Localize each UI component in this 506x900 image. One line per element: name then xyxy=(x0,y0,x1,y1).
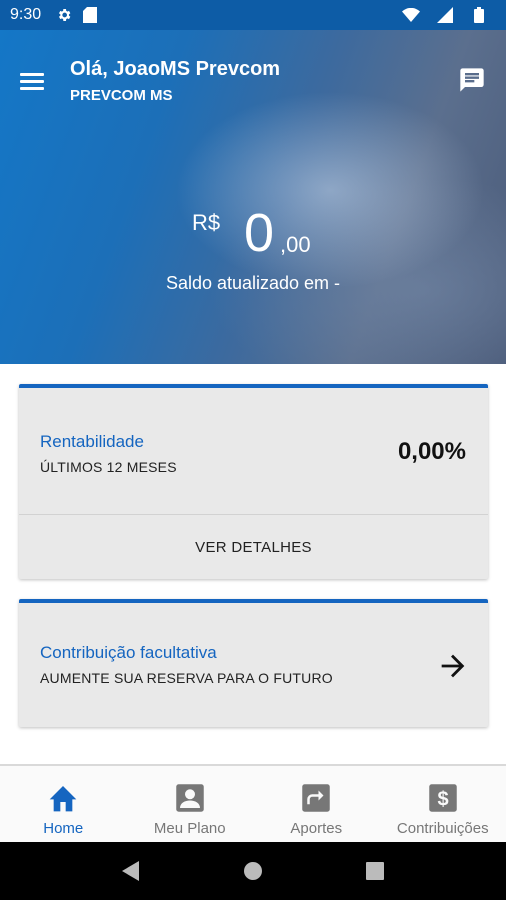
nav-item-contribuicoes[interactable]: $ Contribuições xyxy=(380,766,506,842)
nav-label: Aportes xyxy=(290,820,343,837)
back-icon[interactable] xyxy=(116,856,146,886)
system-navigation-bar xyxy=(0,842,506,900)
battery-icon xyxy=(470,6,488,24)
organization-name: PREVCOM MS xyxy=(70,87,173,104)
signal-icon xyxy=(436,6,454,24)
nav-item-aportes[interactable]: Aportes xyxy=(253,766,380,842)
nav-label: Home xyxy=(43,820,84,837)
rentabilidade-title: Rentabilidade xyxy=(40,432,144,451)
sd-card-icon xyxy=(81,6,99,24)
gear-icon xyxy=(55,6,73,24)
rentabilidade-period: ÚLTIMOS 12 MESES xyxy=(40,459,177,475)
nav-item-home[interactable]: Home xyxy=(0,766,127,842)
user-greeting: Olá, JoaoMS Prevcom xyxy=(70,58,281,80)
menu-icon[interactable] xyxy=(20,66,50,96)
status-time: 9:30 xyxy=(10,6,42,23)
balance-updated-text: Saldo atualizado em - xyxy=(165,273,341,293)
arrow-right-icon[interactable] xyxy=(436,649,470,683)
status-bar: 9:30 xyxy=(0,0,506,30)
share-arrow-icon xyxy=(300,782,332,814)
chat-icon[interactable] xyxy=(458,66,486,94)
wifi-icon xyxy=(402,6,420,24)
rentabilidade-card: Rentabilidade ÚLTIMOS 12 MESES 0,00% VER… xyxy=(19,384,488,579)
balance-integer: 0 xyxy=(244,203,275,263)
dollar-icon: $ xyxy=(427,782,459,814)
header-banner: Olá, JoaoMS Prevcom PREVCOM MS R$ 0 ,00 … xyxy=(0,30,506,364)
svg-text:$: $ xyxy=(437,789,448,811)
home-circle-icon[interactable] xyxy=(238,856,268,886)
recents-icon[interactable] xyxy=(360,856,390,886)
bottom-navigation: Home Meu Plano Aportes $ Contribuições xyxy=(0,764,506,842)
contribuicao-facultativa-card[interactable]: Contribuição facultativa AUMENTE SUA RES… xyxy=(19,599,488,727)
home-icon xyxy=(47,782,79,814)
currency-symbol: R$ xyxy=(192,210,221,235)
rentabilidade-value: 0,00% xyxy=(397,438,466,465)
nav-item-meu-plano[interactable]: Meu Plano xyxy=(127,766,254,842)
person-card-icon xyxy=(174,782,206,814)
contribuicao-title: Contribuição facultativa xyxy=(40,643,217,662)
nav-label: Meu Plano xyxy=(153,820,226,837)
balance-decimal: ,00 xyxy=(280,232,311,257)
ver-detalhes-button[interactable]: VER DETALHES xyxy=(19,515,488,579)
contribuicao-subtitle: AUMENTE SUA RESERVA PARA O FUTURO xyxy=(40,670,333,686)
nav-label: Contribuições xyxy=(396,820,489,837)
balance-display: R$ 0 ,00 xyxy=(0,203,506,280)
